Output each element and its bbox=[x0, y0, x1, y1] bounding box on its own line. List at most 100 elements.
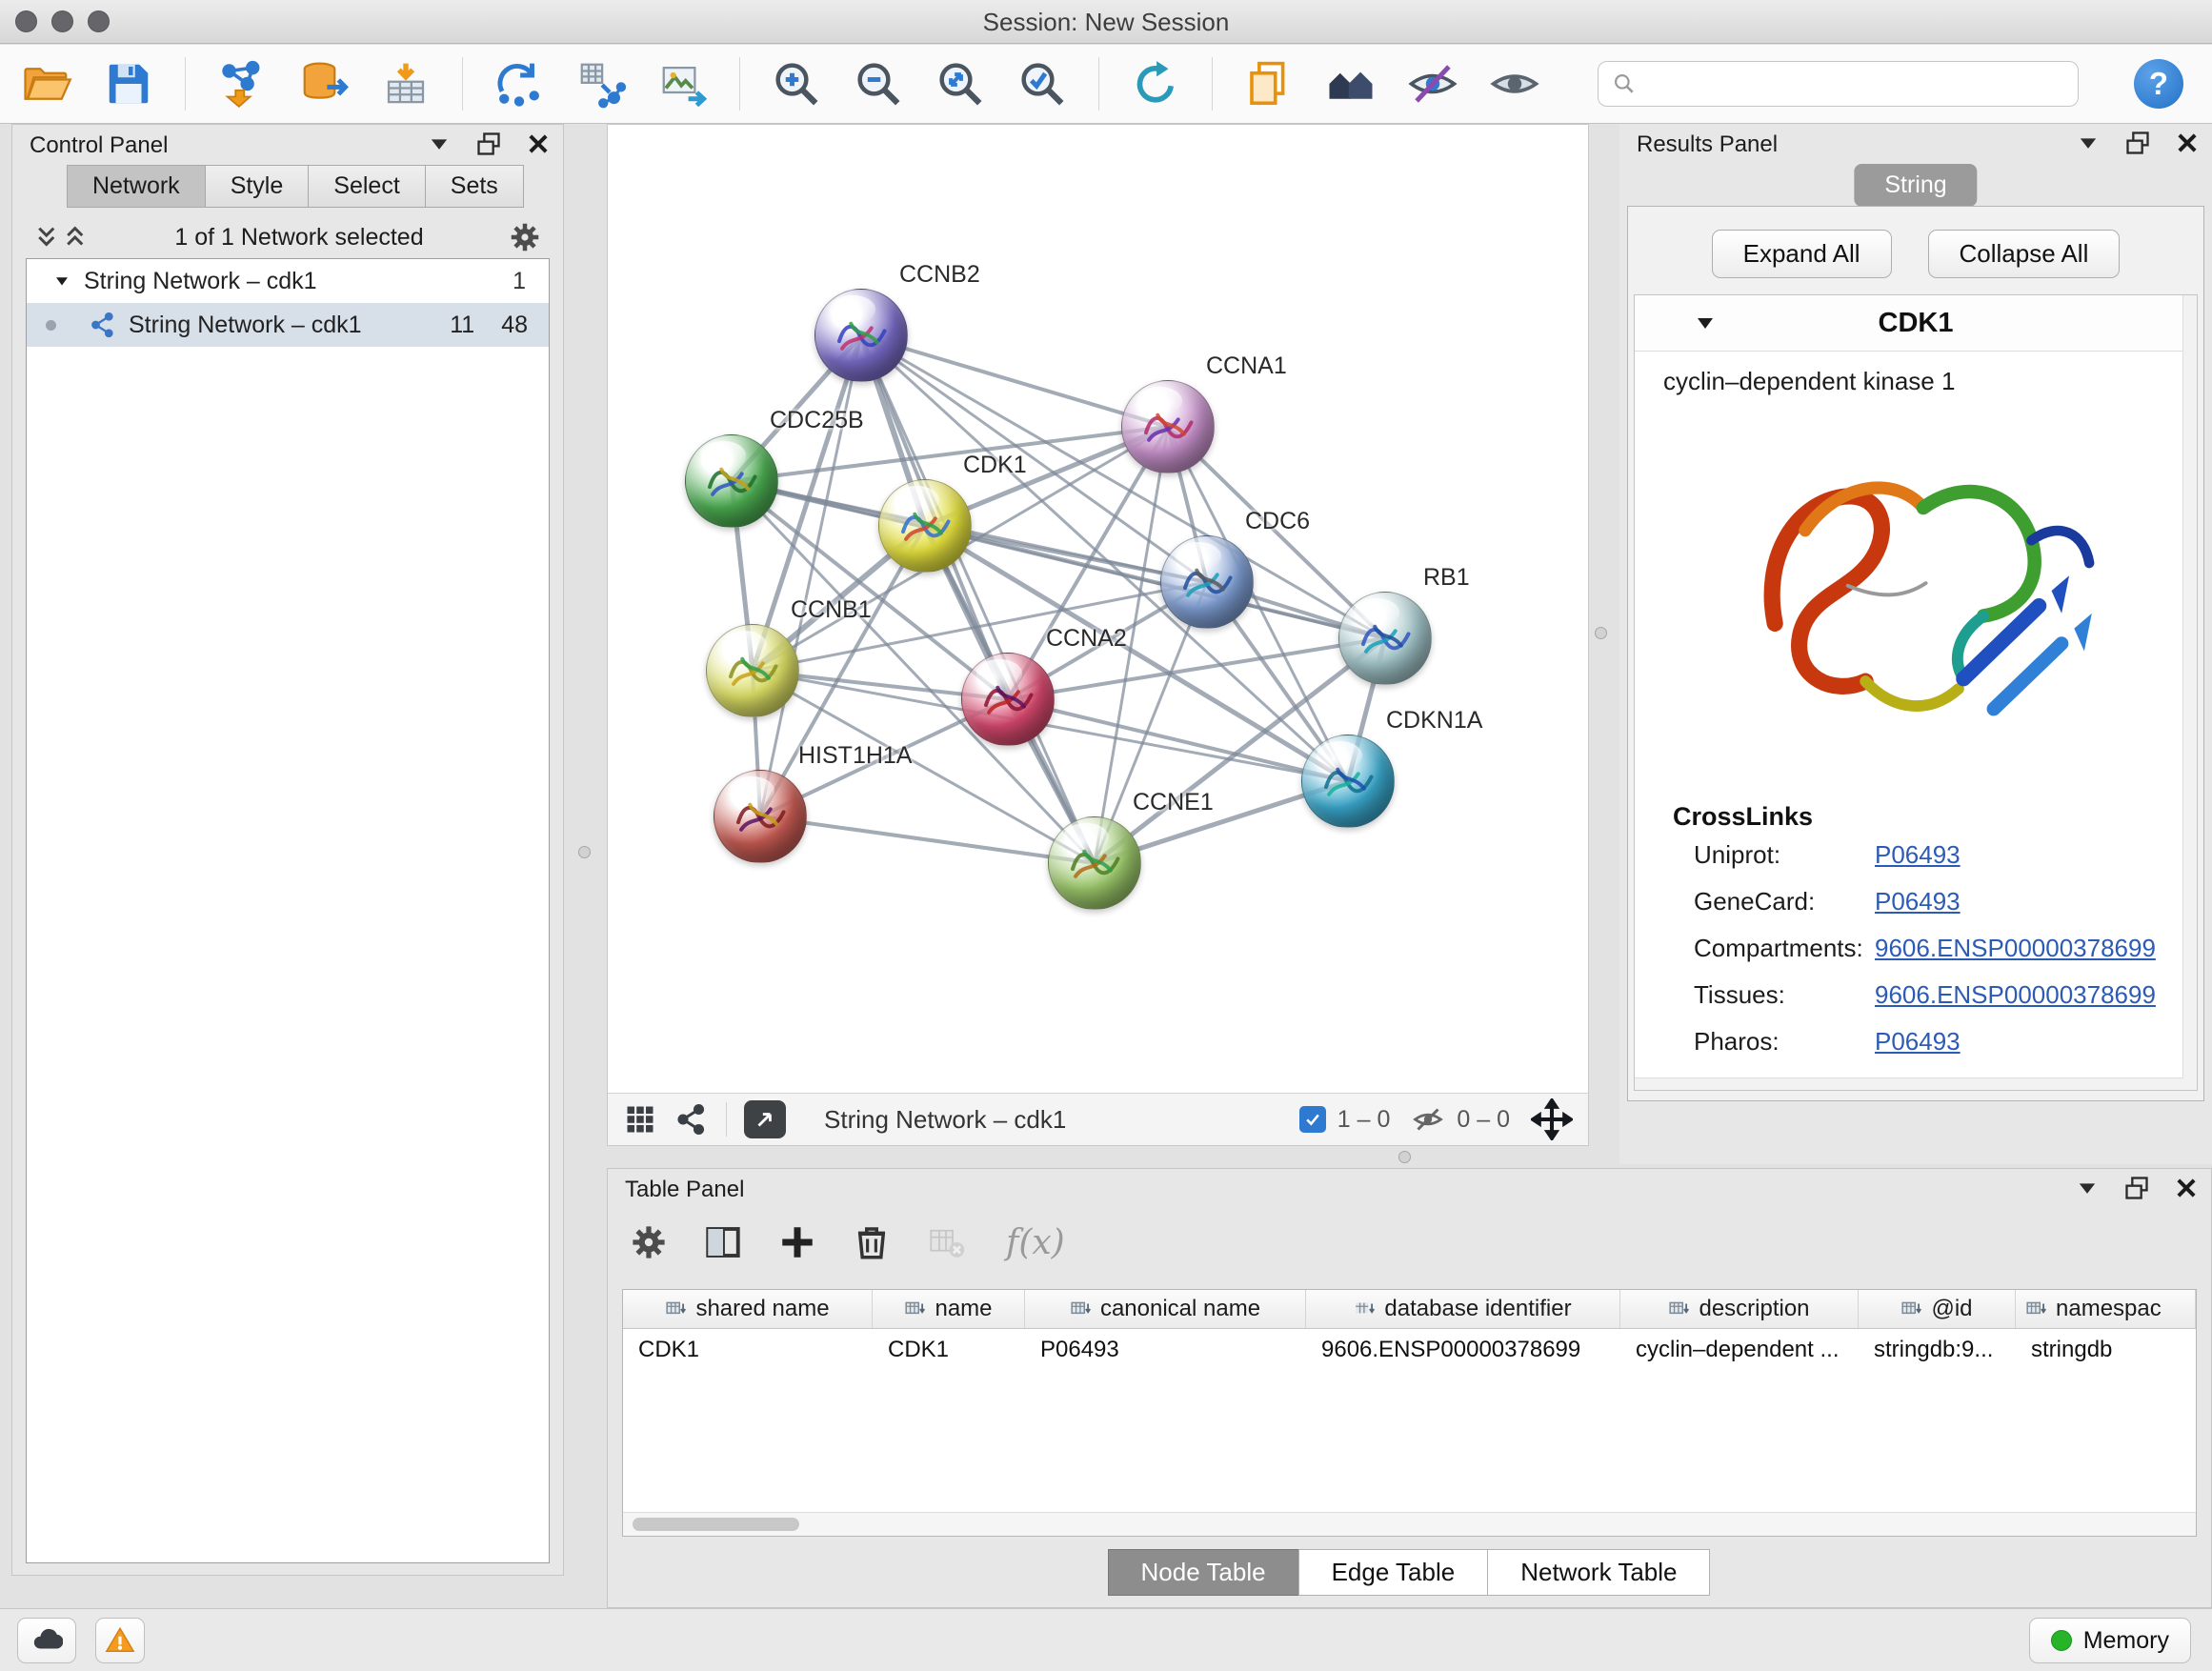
table-row[interactable]: CDK1 CDK1 P06493 9606.ENSP00000378699 cy… bbox=[623, 1329, 2196, 1369]
panel-float-icon[interactable] bbox=[475, 131, 502, 157]
create-column-plus-icon[interactable] bbox=[777, 1222, 817, 1262]
expand-all-icon[interactable] bbox=[62, 223, 90, 252]
collapse-all-icon[interactable] bbox=[33, 223, 62, 252]
tab-select[interactable]: Select bbox=[308, 165, 425, 208]
show-columns-icon[interactable] bbox=[703, 1222, 743, 1262]
table-settings-gear-icon[interactable] bbox=[629, 1222, 669, 1262]
help-button[interactable]: ? bbox=[2134, 59, 2183, 109]
node-cdkn1a[interactable] bbox=[1301, 735, 1395, 828]
zoom-selected-button[interactable] bbox=[1016, 58, 1068, 110]
node-cdc6[interactable] bbox=[1160, 535, 1254, 629]
panel-menu-icon[interactable] bbox=[2074, 1175, 2101, 1201]
zoom-fit-button[interactable] bbox=[935, 58, 986, 110]
section-collapse-icon[interactable] bbox=[1694, 312, 1717, 334]
node-cdk1[interactable] bbox=[878, 479, 972, 573]
delete-table-icon[interactable] bbox=[926, 1222, 966, 1262]
zoom-out-button[interactable] bbox=[853, 58, 904, 110]
node-ccne1[interactable] bbox=[1048, 816, 1141, 910]
network-from-table-button[interactable] bbox=[575, 58, 627, 110]
panel-float-icon[interactable] bbox=[2124, 130, 2151, 156]
collapse-all-button[interactable]: Collapse All bbox=[1928, 230, 2121, 278]
edge-ccnb2-ccna1[interactable] bbox=[861, 335, 1168, 427]
results-horizontal-scrollbar[interactable] bbox=[1635, 1077, 2183, 1090]
home-networks-button[interactable] bbox=[1325, 58, 1377, 110]
splitter-handle[interactable] bbox=[578, 846, 591, 858]
results-vertical-scrollbar[interactable] bbox=[2182, 295, 2197, 1090]
warnings-button[interactable] bbox=[95, 1618, 145, 1663]
network-edges[interactable] bbox=[608, 125, 1588, 1093]
network-options-gear-icon[interactable] bbox=[508, 220, 542, 254]
annotation-visibility-button[interactable] bbox=[1407, 58, 1458, 110]
zoom-in-button[interactable] bbox=[771, 58, 822, 110]
node-ccna2[interactable] bbox=[961, 653, 1055, 746]
hidden-items-icon[interactable] bbox=[1411, 1102, 1445, 1137]
splitter-handle[interactable] bbox=[1595, 627, 1607, 639]
column-header-description[interactable]: description bbox=[1620, 1290, 1859, 1328]
crosslink-value[interactable]: P06493 bbox=[1875, 840, 1961, 870]
search-icon bbox=[1612, 71, 1637, 96]
panel-float-icon[interactable] bbox=[2123, 1175, 2150, 1201]
crosslink-label: GeneCard: bbox=[1694, 887, 1875, 916]
import-network-database-button[interactable] bbox=[298, 58, 350, 110]
open-session-button[interactable] bbox=[21, 58, 72, 110]
import-network-file-button[interactable] bbox=[216, 58, 268, 110]
cloud-status-button[interactable] bbox=[17, 1618, 76, 1663]
node-ccnb1[interactable] bbox=[706, 624, 799, 717]
search-input[interactable] bbox=[1646, 70, 2064, 98]
splitter-handle[interactable] bbox=[1398, 1151, 1411, 1163]
node-rb1[interactable] bbox=[1338, 592, 1432, 685]
column-header-id[interactable]: @id bbox=[1859, 1290, 2016, 1328]
import-table-file-button[interactable] bbox=[380, 58, 432, 110]
crosslink-value[interactable]: P06493 bbox=[1875, 887, 1961, 916]
collection-expand-icon[interactable] bbox=[53, 272, 70, 290]
node-hist1h1a[interactable] bbox=[714, 770, 807, 863]
memory-button[interactable]: Memory bbox=[2029, 1618, 2191, 1663]
tab-network-table[interactable]: Network Table bbox=[1487, 1549, 1710, 1596]
export-image-button[interactable] bbox=[657, 58, 709, 110]
panel-close-icon[interactable] bbox=[2174, 130, 2201, 156]
column-header-namespace[interactable]: namespac bbox=[2016, 1290, 2196, 1328]
node-cdc25b[interactable] bbox=[685, 434, 778, 528]
crosslink-value[interactable]: P06493 bbox=[1875, 1027, 1961, 1057]
tab-style[interactable]: Style bbox=[205, 165, 310, 208]
selected-items-checkbox[interactable] bbox=[1299, 1106, 1326, 1133]
edge-cdk1-rb1[interactable] bbox=[925, 526, 1385, 638]
network-row-selected[interactable]: String Network – cdk1 11 48 bbox=[27, 303, 549, 347]
edge-ccnb2-ccne1[interactable] bbox=[861, 335, 1095, 863]
column-header-database-identifier[interactable]: database identifier bbox=[1306, 1290, 1620, 1328]
delete-column-trash-icon[interactable] bbox=[852, 1222, 892, 1262]
copy-document-button[interactable] bbox=[1243, 58, 1295, 110]
tab-node-table[interactable]: Node Table bbox=[1108, 1549, 1299, 1596]
clone-network-button[interactable] bbox=[493, 58, 545, 110]
node-ccnb2[interactable] bbox=[814, 289, 908, 382]
birdseye-view-icon[interactable] bbox=[623, 1102, 657, 1137]
node-ccna1[interactable] bbox=[1121, 380, 1215, 473]
tab-network[interactable]: Network bbox=[67, 165, 206, 208]
scrollbar-thumb[interactable] bbox=[633, 1518, 799, 1531]
graphics-details-button[interactable] bbox=[1489, 58, 1540, 110]
save-session-button[interactable] bbox=[103, 58, 154, 110]
panel-close-icon[interactable] bbox=[525, 131, 552, 157]
expand-all-button[interactable]: Expand All bbox=[1712, 230, 1892, 278]
pan-move-icon[interactable] bbox=[1531, 1098, 1573, 1140]
panel-close-icon[interactable] bbox=[2173, 1175, 2200, 1201]
network-canvas[interactable]: CCNB2CCNA1CDC25BCDK1CDC6RB1CCNB1CCNA2CDK… bbox=[608, 125, 1588, 1093]
column-header-shared-name[interactable]: shared name bbox=[623, 1290, 873, 1328]
panel-menu-icon[interactable] bbox=[2075, 130, 2101, 156]
protein-section-header[interactable]: CDK1 bbox=[1635, 295, 2197, 352]
column-header-canonical-name[interactable]: canonical name bbox=[1025, 1290, 1306, 1328]
function-builder-button[interactable]: f(x) bbox=[1000, 1222, 1071, 1263]
refresh-button[interactable] bbox=[1130, 58, 1181, 110]
tab-edge-table[interactable]: Edge Table bbox=[1298, 1549, 1489, 1596]
open-in-new-window-button[interactable] bbox=[744, 1100, 786, 1138]
share-network-icon[interactable] bbox=[674, 1102, 709, 1137]
tab-sets[interactable]: Sets bbox=[425, 165, 524, 208]
edge-hist1h1a-ccne1[interactable] bbox=[760, 816, 1095, 863]
column-header-name[interactable]: name bbox=[873, 1290, 1025, 1328]
network-collection-row[interactable]: String Network – cdk1 1 bbox=[27, 259, 549, 303]
table-horizontal-scrollbar[interactable] bbox=[623, 1512, 2196, 1536]
crosslink-value[interactable]: 9606.ENSP00000378699 bbox=[1875, 934, 2156, 963]
panel-menu-icon[interactable] bbox=[426, 131, 452, 157]
crosslink-value[interactable]: 9606.ENSP00000378699 bbox=[1875, 980, 2156, 1010]
tab-string[interactable]: String bbox=[1854, 164, 1977, 207]
